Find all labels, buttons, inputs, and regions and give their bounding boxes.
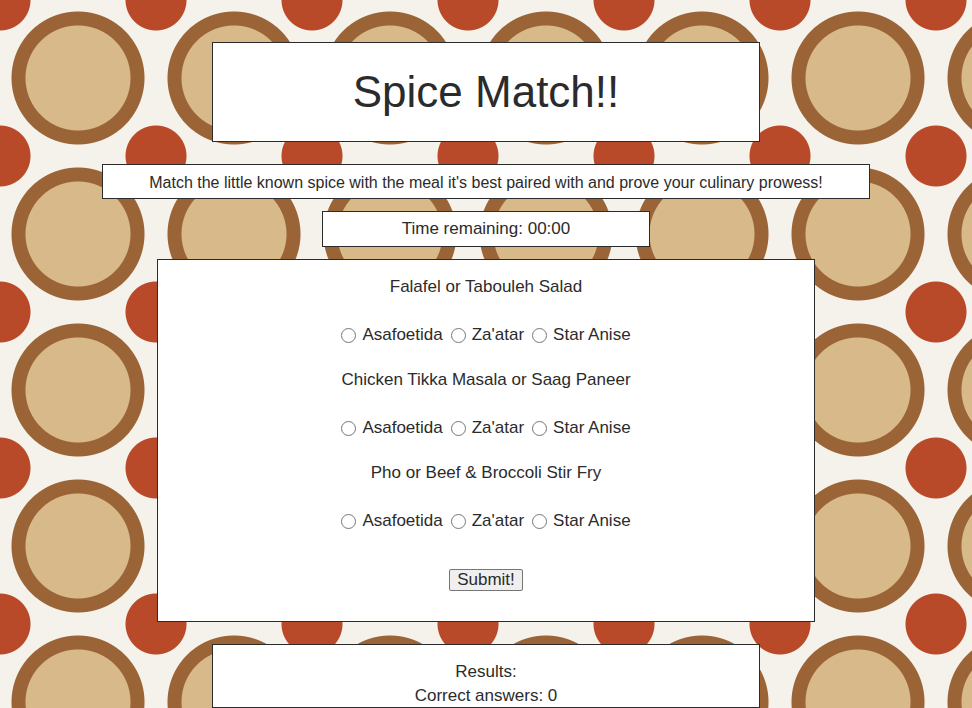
spice-radio[interactable]: [341, 514, 356, 529]
spice-label: Asafoetida: [362, 416, 442, 440]
spice-option[interactable]: Asafoetida: [341, 509, 442, 533]
title: Spice Match!!: [213, 43, 759, 141]
results-box: Results:Correct answers: 0: [212, 644, 760, 708]
instructions: Match the little known spice with the me…: [103, 165, 869, 198]
page: Spice Match!! Match the little known spic…: [0, 0, 972, 708]
option-row: Asafoetida Za'atar Star Anise: [341, 416, 630, 440]
spice-option[interactable]: Star Anise: [532, 416, 631, 440]
spice-label: Za'atar: [472, 323, 524, 347]
timer: Time remaining: 00:00: [323, 212, 649, 246]
spice-radio[interactable]: [341, 328, 356, 343]
correct-answers: Correct answers: 0: [213, 683, 759, 707]
spice-label: Za'atar: [472, 416, 524, 440]
spice-option[interactable]: Za'atar: [451, 509, 524, 533]
spice-label: Asafoetida: [362, 509, 442, 533]
spice-option[interactable]: Za'atar: [451, 416, 524, 440]
quiz-box: Falafel or Tabouleh Salad Asafoetida Za'at…: [157, 259, 815, 622]
spice-option[interactable]: Star Anise: [532, 323, 631, 347]
spice-option[interactable]: Za'atar: [451, 323, 524, 347]
spice-label: Star Anise: [553, 323, 631, 347]
spice-option[interactable]: Asafoetida: [341, 416, 442, 440]
spice-label: Star Anise: [553, 509, 631, 533]
option-row: Asafoetida Za'atar Star Anise: [341, 509, 630, 533]
instructions-box: Match the little known spice with the me…: [102, 164, 870, 199]
meal-question: Chicken Tikka Masala or Saag Paneer: [341, 369, 630, 391]
spice-option[interactable]: Star Anise: [532, 509, 631, 533]
spice-label: Star Anise: [553, 416, 631, 440]
option-row: Asafoetida Za'atar Star Anise: [341, 323, 630, 347]
spice-radio[interactable]: [532, 514, 547, 529]
results-label: Results:: [213, 645, 759, 683]
spice-option[interactable]: Asafoetida: [341, 323, 442, 347]
meal-question: Falafel or Tabouleh Salad: [390, 276, 583, 298]
quiz-form: Falafel or Tabouleh Salad Asafoetida Za'at…: [158, 260, 814, 621]
spice-label: Asafoetida: [362, 323, 442, 347]
spice-radio[interactable]: [532, 421, 547, 436]
spice-radio[interactable]: [451, 514, 466, 529]
spice-label: Za'atar: [472, 509, 524, 533]
spice-radio[interactable]: [451, 328, 466, 343]
spice-radio[interactable]: [532, 328, 547, 343]
title-box: Spice Match!!: [212, 42, 760, 142]
timer-box: Time remaining: 00:00: [322, 211, 650, 247]
spice-radio[interactable]: [341, 421, 356, 436]
submit-button[interactable]: Submit!: [449, 569, 523, 591]
spice-radio[interactable]: [451, 421, 466, 436]
meal-question: Pho or Beef & Broccoli Stir Fry: [371, 462, 602, 484]
